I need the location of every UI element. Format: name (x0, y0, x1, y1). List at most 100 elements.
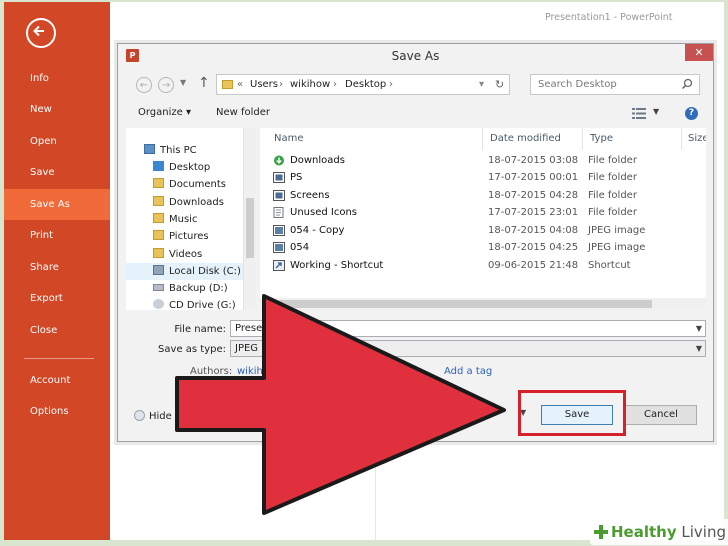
back-nav-button[interactable]: ← (136, 77, 152, 93)
hide-folders-toggle[interactable]: Hide (134, 410, 172, 422)
tree-item-backup[interactable]: Backup (D:) (153, 280, 228, 297)
file-name: 054 - Copy (290, 225, 345, 236)
tree-item-pictures[interactable]: Pictures (153, 228, 209, 245)
file-row[interactable]: Unused Icons 17-07-2015 23:01 File folde… (260, 204, 706, 221)
breadcrumb-wikihow[interactable]: wikihow (290, 79, 330, 90)
collapse-icon (134, 410, 145, 421)
file-name: Screens (290, 190, 330, 201)
tree-item-downloads[interactable]: Downloads (153, 194, 224, 211)
tree-item-local-disk[interactable]: Local Disk (C:) (126, 263, 243, 280)
tree-item-documents[interactable]: Documents (153, 176, 226, 193)
tree-item-music[interactable]: Music (153, 211, 197, 228)
image-icon (273, 225, 285, 236)
sidebar-item-options[interactable]: Options (4, 396, 110, 427)
tree-label: Videos (169, 249, 203, 260)
breadcrumb-desktop[interactable]: Desktop (345, 79, 386, 90)
sidebar-item-share[interactable]: Share (4, 252, 110, 283)
navigation-scrollbar[interactable] (243, 128, 256, 310)
hide-folders-label: Hide (149, 411, 172, 422)
file-list: Name ˄ Date modified Type Size Downloads… (260, 128, 706, 310)
address-dropdown-icon[interactable]: ▾ (479, 79, 484, 90)
tree-item-desktop[interactable]: Desktop (153, 159, 210, 176)
new-folder-button[interactable]: New folder (216, 107, 270, 118)
up-arrow-icon[interactable]: ↑ (198, 75, 210, 91)
watermark-living: Living (681, 523, 727, 541)
file-row[interactable]: 054 - Copy 18-07-2015 04:08 JPEG image (260, 222, 706, 239)
sidebar-item-print[interactable]: Print (4, 220, 110, 251)
chevron-down-icon[interactable]: ▼ (696, 321, 702, 336)
chevron-down-icon[interactable]: ▼ (180, 78, 186, 87)
app-title: Presentation1 - PowerPoint (545, 12, 673, 23)
folder-icon (273, 172, 285, 183)
save-as-type-select[interactable]: JPEG File In ▼ (230, 340, 706, 357)
file-date: 09-06-2015 21:48 (488, 260, 579, 271)
back-button[interactable] (26, 18, 56, 48)
column-header-type[interactable]: Type (590, 133, 613, 144)
file-date: 17-07-2015 23:01 (488, 207, 579, 218)
column-header-size[interactable]: Size (688, 133, 706, 144)
sidebar-item-open[interactable]: Open (4, 126, 110, 157)
file-name-field[interactable]: Presentati ▼ (230, 320, 706, 337)
tree-item-this-pc[interactable]: This PC (144, 142, 197, 159)
scrollbar-thumb[interactable] (246, 198, 254, 258)
authors-value[interactable]: wikihow (237, 366, 277, 377)
file-type: File folder (588, 190, 637, 201)
dialog-titlebar[interactable]: P Save As ✕ (118, 44, 713, 68)
search-input[interactable]: Search Desktop (530, 74, 700, 95)
file-date: 18-07-2015 04:08 (488, 225, 579, 236)
column-divider[interactable] (582, 128, 583, 150)
address-bar[interactable]: « Users › wikihow › Desktop › ▾ ↻ (216, 74, 510, 95)
file-type: JPEG image (588, 225, 646, 236)
sidebar-item-save-as[interactable]: Save As (4, 189, 110, 220)
organize-button[interactable]: Organize ▾ (138, 107, 191, 118)
tree-item-videos[interactable]: Videos (153, 246, 202, 263)
download-folder-icon (274, 155, 284, 166)
file-row[interactable]: Screens 18-07-2015 04:28 File folder (260, 187, 706, 204)
forward-nav-button[interactable]: → (158, 77, 174, 93)
file-row[interactable]: Downloads 18-07-2015 03:08 File folder (260, 152, 706, 169)
breadcrumb-users[interactable]: Users (250, 79, 278, 90)
folder-icon (273, 207, 284, 218)
file-date: 18-07-2015 04:25 (488, 242, 579, 253)
folder-icon (153, 161, 164, 171)
file-row[interactable]: Working - Shortcut 09-06-2015 21:48 Shor… (260, 257, 706, 274)
column-header-name[interactable]: Name (274, 133, 304, 144)
cancel-button[interactable]: Cancel (625, 405, 697, 425)
folder-icon (222, 80, 233, 89)
tree-item-cd-drive[interactable]: CD Drive (G:) (153, 297, 236, 310)
view-dropdown-icon[interactable]: ▼ (653, 107, 659, 116)
folder-icon (153, 213, 164, 223)
column-divider[interactable] (482, 128, 483, 150)
close-button[interactable]: ✕ (685, 44, 713, 61)
file-type: File folder (588, 207, 637, 218)
view-options-icon[interactable] (632, 108, 646, 119)
chevron-down-icon[interactable]: ▼ (696, 341, 702, 356)
sidebar-item-account[interactable]: Account (4, 365, 110, 396)
refresh-icon[interactable]: ↻ (495, 78, 504, 91)
sidebar-item-save[interactable]: Save (4, 157, 110, 188)
drive-icon (153, 265, 164, 275)
tree-label: Pictures (169, 231, 209, 242)
column-header-date[interactable]: Date modified (490, 133, 561, 144)
backstage-sidebar: Info New Open Save Save As Print Share E… (4, 2, 110, 540)
drive-icon (153, 284, 164, 291)
sidebar-item-new[interactable]: New (4, 94, 110, 125)
sidebar-item-close[interactable]: Close (4, 315, 110, 346)
sidebar-item-export[interactable]: Export (4, 283, 110, 314)
help-icon[interactable]: ? (685, 107, 698, 120)
navigation-pane: This PC Desktop Documents Downloads Musi… (126, 128, 256, 310)
sidebar-item-info[interactable]: Info (4, 63, 110, 94)
file-row[interactable]: 054 18-07-2015 04:25 JPEG image (260, 239, 706, 256)
file-type: File folder (588, 172, 637, 183)
file-date: 18-07-2015 03:08 (488, 155, 579, 166)
file-row[interactable]: PS 17-07-2015 00:01 File folder (260, 169, 706, 186)
add-tag-link[interactable]: Add a tag (444, 366, 492, 377)
tree-label: Backup (D:) (169, 283, 228, 294)
folder-icon (153, 178, 164, 188)
horizontal-scrollbar[interactable] (260, 298, 706, 310)
file-name: Working - Shortcut (290, 260, 384, 271)
breadcrumb-separator-icon: › (389, 79, 393, 90)
breadcrumb-overflow[interactable]: « (237, 79, 243, 90)
column-divider[interactable] (681, 128, 682, 150)
scrollbar-thumb[interactable] (272, 300, 652, 308)
